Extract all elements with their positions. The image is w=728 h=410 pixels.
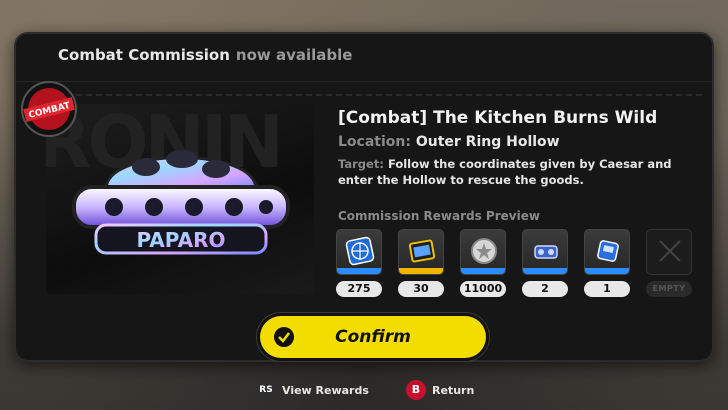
confirm-label: Confirm	[335, 327, 411, 347]
reward-rarity-bar	[337, 268, 381, 274]
target-label: Target:	[338, 157, 384, 171]
commission-dialog: Combat Commission now available RONIN PA…	[14, 32, 714, 362]
reward-rarity-bar	[523, 268, 567, 274]
target-text: Follow the coordinates given by Caesar a…	[338, 157, 672, 187]
reward-item[interactable]: 11000	[460, 229, 506, 297]
reward-item-empty: EMPTY	[646, 229, 692, 297]
reward-item[interactable]: 30	[398, 229, 444, 297]
reward-quantity: 275	[336, 281, 382, 297]
b-button-icon: B	[406, 380, 426, 400]
commission-target: Target: Follow the coordinates given by …	[338, 156, 688, 188]
reward-quantity: 11000	[460, 281, 506, 297]
reward-quantity: 1	[584, 281, 630, 297]
view-rewards-label: View Rewards	[282, 383, 369, 397]
globe-card-icon	[345, 236, 375, 266]
reward-item[interactable]: 1	[584, 229, 630, 297]
rs-button-icon: RS	[256, 380, 276, 400]
return-hint[interactable]: B Return	[406, 380, 474, 400]
logo-text: PAPARO	[136, 228, 225, 252]
dialog-header: Combat Commission now available	[16, 34, 712, 82]
empty-slot-icon	[659, 240, 681, 262]
data-chip-icon	[597, 240, 619, 262]
reward-quantity: 2	[522, 281, 568, 297]
silver-coin-icon	[471, 238, 497, 264]
reward-rarity-bar	[461, 268, 505, 274]
header-title: Combat Commission	[58, 46, 230, 64]
confirm-button[interactable]: Confirm	[260, 316, 486, 358]
location-value: Outer Ring Hollow	[415, 134, 560, 150]
commission-location: Location: Outer Ring Hollow	[338, 134, 560, 150]
paparo-logo: PAPARO	[72, 150, 290, 255]
rewards-list: 275 30 11000 2 1 EMPTY	[336, 229, 696, 301]
reward-item[interactable]: 2	[522, 229, 568, 297]
footer-hints: RS View Rewards B Return	[0, 378, 728, 402]
rewards-title: Commission Rewards Preview	[338, 209, 540, 223]
reward-rarity-bar	[585, 268, 629, 274]
location-label: Location:	[338, 134, 411, 150]
combat-badge-icon: COMBAT	[21, 81, 77, 137]
view-rewards-hint[interactable]: RS View Rewards	[256, 380, 369, 400]
reward-rarity-bar	[399, 268, 443, 274]
film-reel-icon	[408, 239, 436, 263]
engine-part-icon	[534, 245, 558, 259]
reward-item[interactable]: 275	[336, 229, 382, 297]
reward-quantity: 30	[398, 281, 444, 297]
commission-preview-image: RONIN PAPARO	[46, 104, 314, 294]
header-subtitle: now available	[235, 46, 353, 64]
divider	[26, 94, 706, 96]
return-label: Return	[432, 383, 475, 397]
commission-title: [Combat] The Kitchen Burns Wild	[338, 108, 658, 128]
reward-quantity: EMPTY	[646, 281, 692, 297]
